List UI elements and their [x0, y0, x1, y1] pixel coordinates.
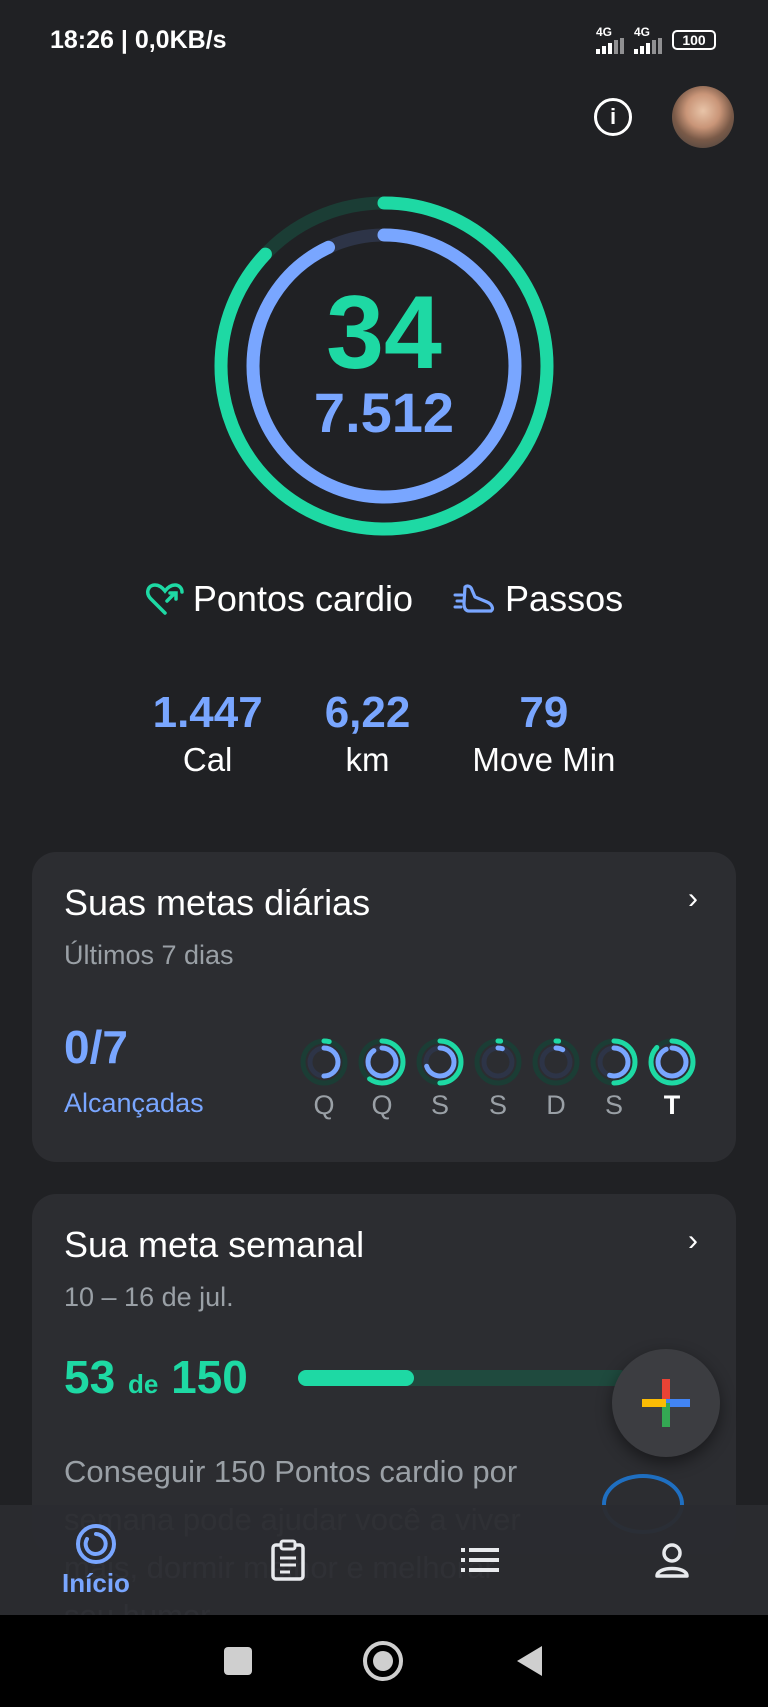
day-ring: Q — [358, 1038, 406, 1121]
day-ring-track — [539, 1045, 573, 1079]
heart-icon — [145, 583, 184, 615]
day-label: S — [488, 1090, 507, 1120]
stat-label: Cal — [182, 741, 233, 778]
day-label: D — [546, 1090, 566, 1120]
stat-value: 1.447 — [152, 688, 263, 737]
weekly-progress-fill — [298, 1370, 415, 1386]
stat-value: 6,22 — [324, 688, 411, 737]
day-ring-graphic — [532, 1038, 580, 1086]
day-ring: D — [532, 1038, 580, 1121]
stat-move-minutes: 79 Move Min — [472, 688, 615, 782]
day-ring-progress — [365, 1045, 399, 1079]
card-subtitle: Últimos 7 dias — [64, 940, 234, 970]
bottom-nav: Início — [0, 1505, 768, 1615]
card-title: Sua meta semanal — [64, 1224, 365, 1265]
back-triangle-icon[interactable] — [514, 1644, 544, 1678]
card-subtitle: 10 – 16 de jul. — [64, 1282, 234, 1312]
weekly-progress-bar — [298, 1370, 628, 1386]
signal-label: 4G — [596, 25, 613, 39]
home-circle-icon[interactable] — [362, 1640, 404, 1682]
day-label: Q — [371, 1090, 393, 1120]
day-ring: S — [590, 1038, 638, 1121]
stats-row: 1.447 Cal 6,22 km 79 Move Min — [0, 688, 768, 782]
nav-journal[interactable] — [192, 1505, 384, 1615]
add-activity-button[interactable] — [612, 1349, 720, 1457]
day-ring: S — [474, 1038, 522, 1121]
daily-rings: QQSSDST — [300, 1038, 696, 1121]
daily-goals-card[interactable]: Suas metas diárias Últimos 7 dias › 0/7 … — [32, 852, 736, 1162]
info-icon[interactable]: i — [594, 98, 632, 136]
nav-profile[interactable] — [576, 1505, 768, 1615]
weekly-current: 53 — [64, 1351, 116, 1403]
day-ring: S — [416, 1038, 464, 1121]
card-title: Suas metas diárias — [64, 882, 371, 923]
profile-icon — [655, 1543, 689, 1578]
journal-clipboard-icon — [271, 1539, 305, 1581]
day-ring-progress — [655, 1045, 689, 1079]
weekly-target: 150 — [171, 1351, 248, 1403]
chevron-right-icon[interactable]: › — [688, 1224, 698, 1258]
shoe-icon — [453, 584, 495, 613]
cardio-legend-label: Pontos cardio — [192, 578, 414, 619]
nav-browse[interactable] — [384, 1505, 576, 1615]
weekly-connector: de — [127, 1369, 159, 1399]
steps-legend-label: Passos — [505, 578, 624, 619]
signal-label: 4G — [634, 25, 651, 39]
battery-icon: 100 — [672, 30, 716, 50]
cardio-points-value: 34 — [326, 275, 442, 391]
steps-legend: Passos — [453, 578, 623, 620]
profile-avatar[interactable] — [672, 86, 734, 148]
goals-achieved-count: 0/7 — [64, 1021, 128, 1073]
day-ring: Q — [300, 1038, 348, 1121]
stat-calories: 1.447 Cal — [153, 688, 263, 782]
stat-distance: 6,22 km — [325, 688, 411, 782]
cardio-legend: Pontos cardio — [145, 578, 413, 620]
stat-value: 79 — [519, 688, 569, 737]
nav-label: Início — [62, 1567, 130, 1598]
day-ring-graphic — [474, 1038, 522, 1086]
ring-center: 34 7.512 — [212, 194, 556, 538]
day-label: S — [604, 1090, 623, 1120]
plus-icon — [642, 1379, 690, 1427]
signal-icon: 4G — [634, 26, 662, 54]
steps-value: 7.512 — [313, 381, 455, 444]
status-bar: 18:26 | 0,0KB/s 4G 4G 100 — [0, 0, 768, 84]
browse-list-icon — [461, 1548, 499, 1572]
day-label: Q — [313, 1090, 335, 1120]
chevron-right-icon[interactable]: › — [688, 882, 698, 916]
home-ring-icon — [76, 1523, 116, 1564]
day-label: S — [430, 1090, 449, 1120]
day-label: T — [663, 1090, 681, 1120]
signal-icon: 4G — [596, 26, 624, 54]
day-ring-graphic — [416, 1038, 464, 1086]
header-actions: i — [594, 86, 734, 148]
day-ring-graphic — [648, 1038, 696, 1086]
goals-achieved-label: Alcançadas — [64, 1088, 204, 1118]
weekly-progress-value: 53 de 150 — [64, 1350, 248, 1404]
status-time: 18:26 | 0,0KB/s — [50, 26, 227, 54]
day-ring-graphic — [590, 1038, 638, 1086]
rings-legend: Pontos cardio Passos — [0, 578, 768, 620]
day-ring-track — [481, 1045, 515, 1079]
system-nav-bar — [0, 1615, 768, 1707]
nav-home[interactable]: Início — [0, 1505, 192, 1615]
status-indicators: 4G 4G 100 — [596, 26, 716, 54]
stat-label: km — [345, 741, 390, 778]
day-ring: T — [648, 1038, 696, 1121]
recents-square-icon[interactable] — [224, 1647, 252, 1675]
stat-label: Move Min — [472, 741, 616, 778]
day-ring-graphic — [358, 1038, 406, 1086]
day-ring-graphic — [300, 1038, 348, 1086]
